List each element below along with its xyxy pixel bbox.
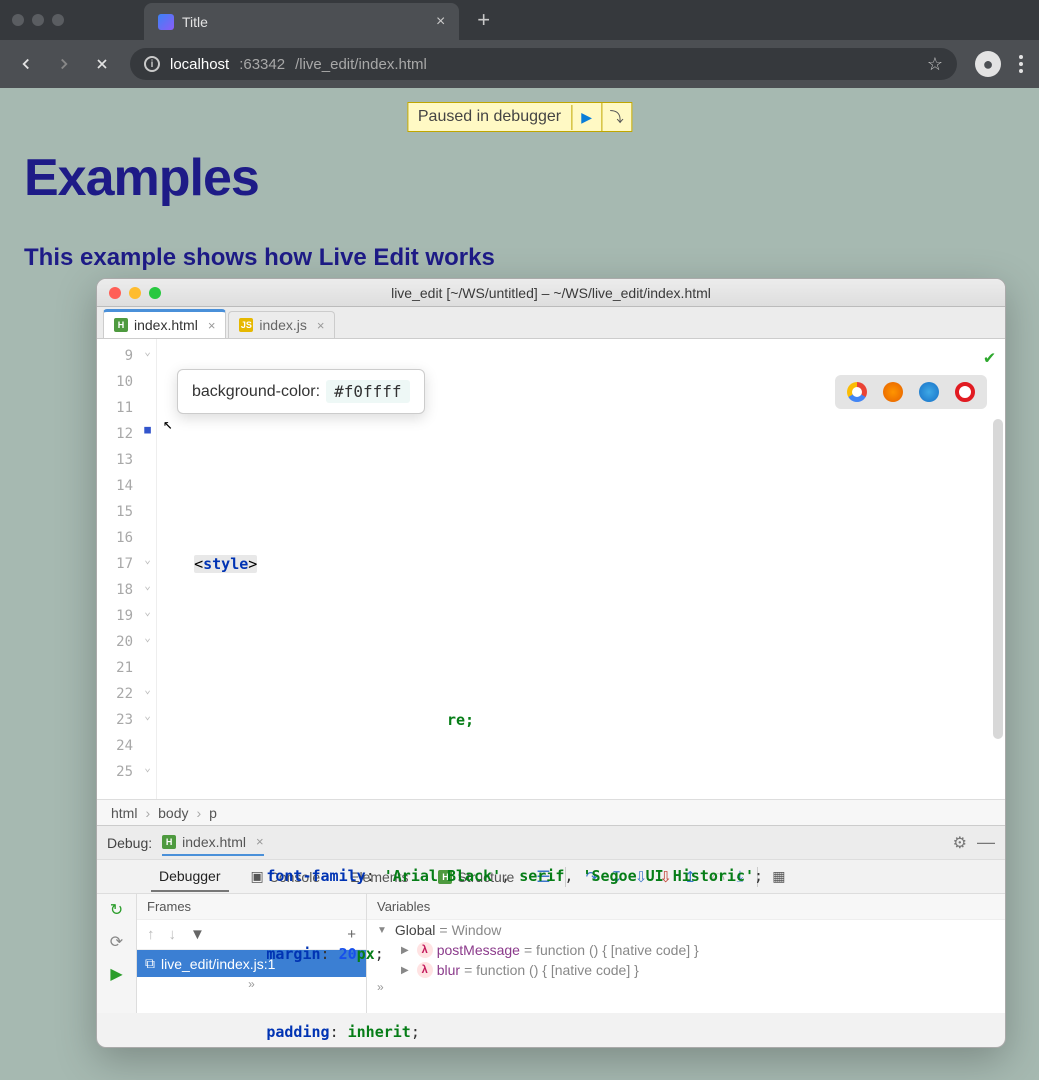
tab-title: Title <box>182 14 208 30</box>
close-tab-icon[interactable]: × <box>436 13 445 31</box>
window-close[interactable] <box>12 14 24 26</box>
new-tab-button[interactable]: + <box>477 7 490 33</box>
js-file-icon: JS <box>239 318 253 332</box>
rerun-icon[interactable]: ↻ <box>110 900 123 920</box>
site-info-icon[interactable]: i <box>144 56 160 72</box>
url-path: /live_edit/index.html <box>295 56 427 73</box>
window-controls <box>12 14 64 26</box>
debugger-step-button[interactable]: ⤵ <box>601 103 631 131</box>
line-number-gutter: 910111213141516171819202122232425 <box>97 339 139 799</box>
ide-titlebar[interactable]: live_edit [~/WS/untitled] – ~/WS/live_ed… <box>97 279 1005 307</box>
page-heading-2: This example shows how Live Edit works <box>24 244 1019 272</box>
html-file-icon: H <box>114 318 128 332</box>
opera-icon[interactable] <box>955 382 975 402</box>
browser-tab[interactable]: Title × <box>144 3 459 41</box>
mouse-cursor-icon: ↖ <box>163 411 173 437</box>
address-bar[interactable]: i localhost :63342/live_edit/index.html ☆ <box>130 48 957 80</box>
editor-tab-bar: H index.html × JS index.js × <box>97 307 1005 339</box>
frame-icon: ⧉ <box>145 955 155 972</box>
code-line <box>161 629 1005 655</box>
code-line: re; <box>161 707 1005 733</box>
debug-label: Debug: <box>107 835 152 851</box>
resume-icon[interactable]: ▶ <box>110 964 122 984</box>
debug-run-controls: ↻ ⟳ ▶ <box>97 894 137 1013</box>
editor-tab-index-js[interactable]: JS index.js × <box>228 311 335 338</box>
open-in-browser-toolbar <box>835 375 987 409</box>
browser-toolbar: i localhost :63342/live_edit/index.html ☆… <box>0 40 1039 88</box>
profile-avatar-icon[interactable]: ● <box>975 51 1001 77</box>
editor-tab-label: index.html <box>134 317 198 333</box>
code-line: <style> <box>161 551 1005 577</box>
bookmark-icon[interactable]: ☆ <box>927 54 943 75</box>
debugger-resume-button[interactable]: ▶ <box>571 105 601 130</box>
color-tooltip: background-color: #f0ffff <box>177 369 425 414</box>
ide-close-button[interactable] <box>109 287 121 299</box>
close-tab-icon[interactable]: × <box>317 318 325 333</box>
editor-tab-label: index.js <box>259 317 306 333</box>
debugger-paused-banner: Paused in debugger ▶ ⤵ <box>407 102 632 132</box>
code-line: font-family: 'Arial Black', serif, 'Sego… <box>161 863 1005 889</box>
sync-icon[interactable]: ⟳ <box>110 932 123 952</box>
tooltip-label: background-color: <box>192 383 320 401</box>
rendered-page: Paused in debugger ▶ ⤵ Examples This exa… <box>0 88 1039 1080</box>
window-maximize[interactable] <box>52 14 64 26</box>
code-line: margin: 20px; <box>161 941 1005 967</box>
code-editor[interactable]: 910111213141516171819202122232425 ⌄■⌄⌄⌄⌄… <box>97 339 1005 799</box>
url-port: :63342 <box>239 56 285 73</box>
code-line: padding: inherit; <box>161 1019 1005 1045</box>
ide-zoom-button[interactable] <box>149 287 161 299</box>
safari-icon[interactable] <box>919 382 939 402</box>
favicon-icon <box>158 14 174 30</box>
breadcrumb-item[interactable]: html <box>111 805 137 821</box>
ide-title: live_edit [~/WS/untitled] – ~/WS/live_ed… <box>391 285 711 301</box>
fold-gutter[interactable]: ⌄■⌄⌄⌄⌄⌄⌄⌄ <box>139 339 157 799</box>
ide-minimize-button[interactable] <box>129 287 141 299</box>
forward-button[interactable] <box>54 54 74 74</box>
chrome-icon[interactable] <box>847 382 867 402</box>
browser-tab-strip: Title × + <box>0 0 1039 40</box>
page-heading-1: Examples <box>24 148 1019 208</box>
stop-reload-button[interactable] <box>92 54 112 74</box>
code-line <box>161 785 1005 811</box>
window-minimize[interactable] <box>32 14 44 26</box>
tooltip-value: #f0ffff <box>326 380 409 403</box>
close-tab-icon[interactable]: × <box>208 318 216 333</box>
firefox-icon[interactable] <box>883 382 903 402</box>
url-host: localhost <box>170 56 229 73</box>
vertical-scrollbar[interactable] <box>993 419 1003 739</box>
inspection-ok-icon[interactable]: ✔ <box>984 345 995 371</box>
ide-window: live_edit [~/WS/untitled] – ~/WS/live_ed… <box>96 278 1006 1048</box>
code-area[interactable]: ↖ background-color: #f0ffff ✔ <style> <box>157 339 1005 799</box>
debugger-paused-text: Paused in debugger <box>408 104 571 130</box>
prev-frame-icon[interactable]: ↑ <box>147 926 155 943</box>
browser-menu-icon[interactable] <box>1019 55 1023 73</box>
back-button[interactable] <box>16 54 36 74</box>
html-file-icon: H <box>162 835 176 849</box>
editor-tab-index-html[interactable]: H index.html × <box>103 309 226 338</box>
